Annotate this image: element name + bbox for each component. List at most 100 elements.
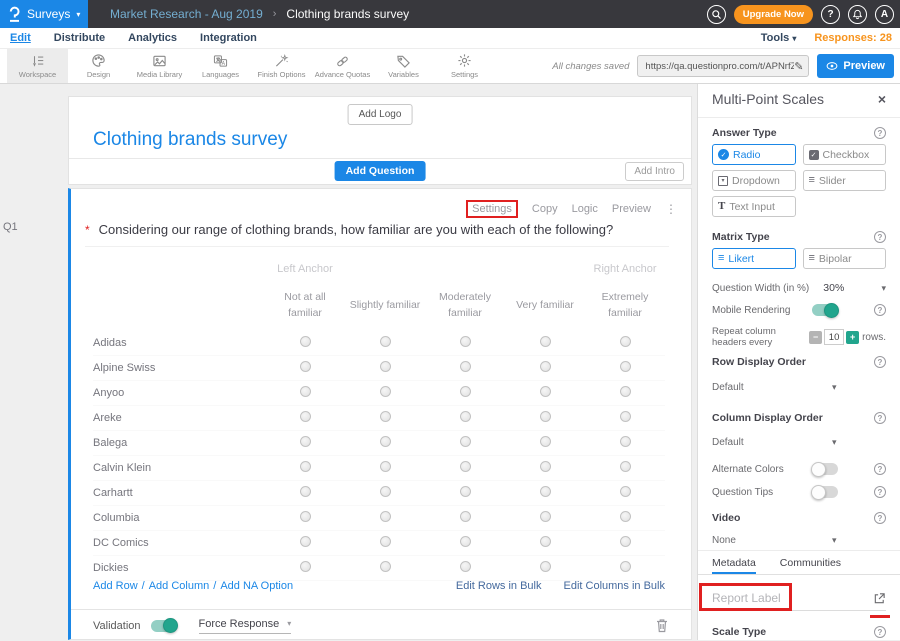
question-logic-button[interactable]: Logic: [572, 203, 598, 215]
radio-button[interactable]: [620, 561, 631, 572]
video-dropdown[interactable]: None ▾: [712, 535, 886, 546]
radio-button[interactable]: [620, 486, 631, 497]
delete-question-button[interactable]: [655, 618, 669, 633]
notifications-button[interactable]: [848, 5, 867, 24]
radio-button[interactable]: [540, 436, 551, 447]
radio-button[interactable]: [620, 336, 631, 347]
toolbar-item-advance-quotas[interactable]: Advance Quotas: [312, 49, 373, 83]
avatar[interactable]: A: [875, 5, 894, 24]
upgrade-now-button[interactable]: Upgrade Now: [734, 5, 813, 24]
add-row-link[interactable]: Add Row: [93, 580, 138, 592]
product-switcher[interactable]: Surveys ▾: [0, 0, 88, 28]
radio-button[interactable]: [380, 511, 391, 522]
row-label[interactable]: Columbia: [93, 512, 265, 524]
row-label[interactable]: Areke: [93, 412, 265, 424]
radio-button[interactable]: [540, 486, 551, 497]
responses-count[interactable]: Responses: 28: [814, 32, 892, 44]
tools-menu[interactable]: Tools ▾: [761, 32, 797, 44]
toolbar-item-design[interactable]: Design: [68, 49, 129, 83]
matrix-type-bipolar[interactable]: ≡ Bipolar: [803, 248, 887, 269]
column-header[interactable]: Very familiar: [505, 297, 585, 313]
mobile-rendering-toggle[interactable]: [812, 304, 838, 316]
radio-button[interactable]: [380, 461, 391, 472]
radio-button[interactable]: [380, 561, 391, 572]
column-header[interactable]: Extremely familiar: [585, 289, 665, 322]
radio-button[interactable]: [300, 336, 311, 347]
radio-button[interactable]: [300, 411, 311, 422]
toolbar-item-languages[interactable]: A Languages: [190, 49, 251, 83]
radio-button[interactable]: [380, 386, 391, 397]
row-label[interactable]: Balega: [93, 437, 265, 449]
radio-button[interactable]: [460, 436, 471, 447]
nav-tab-distribute[interactable]: Distribute: [54, 32, 105, 44]
survey-url-input[interactable]: https://qa.questionpro.com/t/APNrfZfQ ✎: [637, 55, 809, 77]
radio-button[interactable]: [300, 386, 311, 397]
row-label[interactable]: Alpine Swiss: [93, 362, 265, 374]
radio-button[interactable]: [540, 411, 551, 422]
radio-button[interactable]: [300, 486, 311, 497]
toolbar-item-variables[interactable]: Variables: [373, 49, 434, 83]
radio-button[interactable]: [620, 386, 631, 397]
tab-metadata[interactable]: Metadata: [712, 554, 756, 574]
toolbar-item-settings[interactable]: Settings: [434, 49, 495, 83]
validation-toggle[interactable]: [151, 620, 177, 632]
radio-button[interactable]: [620, 536, 631, 547]
add-logo-button[interactable]: Add Logo: [348, 104, 413, 125]
radio-button[interactable]: [540, 461, 551, 472]
radio-button[interactable]: [380, 336, 391, 347]
chevron-down-icon[interactable]: ▾: [881, 283, 886, 294]
row-label[interactable]: Anyoo: [93, 387, 265, 399]
radio-button[interactable]: [540, 511, 551, 522]
question-settings-button[interactable]: Settings: [472, 203, 512, 215]
radio-button[interactable]: [540, 386, 551, 397]
radio-button[interactable]: [540, 561, 551, 572]
repeat-headers-value[interactable]: 10: [824, 329, 844, 345]
row-label[interactable]: Calvin Klein: [93, 462, 265, 474]
row-label[interactable]: Adidas: [93, 337, 265, 349]
radio-button[interactable]: [380, 536, 391, 547]
add-question-button[interactable]: Add Question: [335, 161, 426, 181]
answer-type-slider[interactable]: ≡ Slider: [803, 170, 887, 191]
help-icon[interactable]: ?: [874, 231, 886, 243]
radio-button[interactable]: [300, 511, 311, 522]
radio-button[interactable]: [300, 361, 311, 372]
radio-button[interactable]: [380, 361, 391, 372]
edit-rows-in-bulk-link[interactable]: Edit Rows in Bulk: [456, 580, 542, 592]
answer-type-checkbox[interactable]: ✓ Checkbox: [803, 144, 887, 165]
radio-button[interactable]: [460, 386, 471, 397]
help-icon[interactable]: ?: [874, 486, 886, 498]
nav-tab-edit[interactable]: Edit: [10, 32, 31, 44]
external-link-icon[interactable]: [873, 592, 886, 605]
radio-button[interactable]: [620, 361, 631, 372]
row-label[interactable]: Dickies: [93, 562, 265, 574]
decrement-button[interactable]: −: [809, 331, 822, 344]
row-display-order-dropdown[interactable]: Default ▾: [712, 382, 886, 393]
radio-button[interactable]: [620, 511, 631, 522]
survey-title[interactable]: Clothing brands survey: [93, 129, 287, 151]
column-display-order-dropdown[interactable]: Default ▾: [712, 437, 886, 448]
radio-button[interactable]: [300, 461, 311, 472]
radio-button[interactable]: [540, 361, 551, 372]
search-button[interactable]: [707, 5, 726, 24]
radio-button[interactable]: [460, 361, 471, 372]
radio-button[interactable]: [460, 511, 471, 522]
toolbar-item-finish-options[interactable]: Finish Options: [251, 49, 312, 83]
toolbar-item-media-library[interactable]: Media Library: [129, 49, 190, 83]
help-icon[interactable]: ?: [874, 304, 886, 316]
tab-communities[interactable]: Communities: [780, 554, 841, 574]
row-label[interactable]: DC Comics: [93, 537, 265, 549]
edit-url-icon[interactable]: ✎: [794, 60, 803, 73]
radio-button[interactable]: [620, 436, 631, 447]
increment-button[interactable]: +: [846, 331, 859, 344]
answer-type-text-input[interactable]: T Text Input: [712, 196, 796, 217]
nav-tab-analytics[interactable]: Analytics: [128, 32, 177, 44]
radio-button[interactable]: [460, 411, 471, 422]
radio-button[interactable]: [460, 486, 471, 497]
radio-button[interactable]: [460, 336, 471, 347]
help-button[interactable]: ?: [821, 5, 840, 24]
help-icon[interactable]: ?: [874, 412, 886, 424]
radio-button[interactable]: [380, 486, 391, 497]
radio-button[interactable]: [380, 436, 391, 447]
add-na-option-link[interactable]: Add NA Option: [220, 580, 293, 592]
question-width-value[interactable]: 30%: [823, 282, 844, 294]
